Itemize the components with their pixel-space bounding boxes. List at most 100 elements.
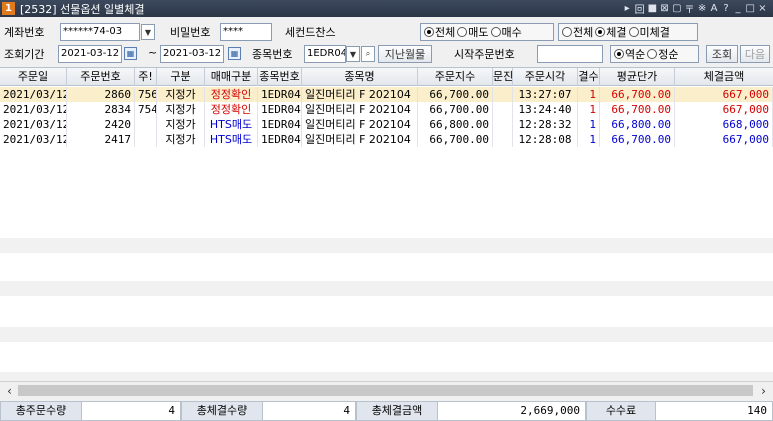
settings-icon[interactable]: ※	[698, 3, 707, 14]
table-row[interactable]: 2021/03/12 2417 지정가 HTS매도 1EDR04 일진머티리 F 2021…	[0, 132, 773, 147]
period-label: 조회기간	[4, 48, 45, 61]
cell-order-no: 2834	[67, 102, 135, 117]
col-header-order-time[interactable]: 주문시각	[513, 68, 578, 86]
company-name: 세컨드찬스	[285, 26, 336, 39]
calendar-icon[interactable]: ▦	[228, 47, 241, 60]
cell-name: 일진머티리 F 202104	[302, 117, 418, 132]
cell-order-no: 2860	[67, 87, 135, 102]
cell-trade: 정정확인	[205, 102, 258, 117]
col-header-condition[interactable]: 문진	[493, 68, 513, 86]
query-button[interactable]: 조회	[706, 45, 738, 63]
calendar-icon[interactable]: ▦	[124, 47, 137, 60]
cell-ex	[493, 102, 513, 117]
scroll-left-icon[interactable]: ‹	[2, 383, 17, 398]
account-dropdown-icon[interactable]: ▼	[141, 24, 155, 40]
search-icon[interactable]: ⌕	[361, 46, 375, 62]
pin-icon[interactable]: ■	[648, 3, 657, 14]
date-separator: ~	[148, 46, 158, 59]
cell-orig: 756	[135, 87, 157, 102]
expired-month-button[interactable]: 지난월물	[378, 45, 432, 63]
radio-selected-icon	[614, 49, 624, 59]
col-header-type[interactable]: 구분	[157, 68, 205, 86]
side-buy-radio[interactable]: 매수	[490, 24, 522, 40]
sort-asc-radio[interactable]: 정순	[647, 46, 679, 62]
scroll-right-icon[interactable]: ›	[756, 383, 771, 398]
minimize-icon[interactable]: _	[734, 3, 743, 14]
sort-radio-group: 역순 정순	[610, 45, 699, 63]
fee: 140	[656, 401, 773, 421]
total-exec-amount: 2,669,000	[438, 401, 586, 421]
table-row[interactable]: 2021/03/12 2420 지정가 HTS매도 1EDR04 일진머티리 F 2021…	[0, 117, 773, 132]
date-to-field[interactable]: 2021-03-12	[160, 45, 224, 63]
title-bar-icons: ▸ 回 ■ ⊠ ▢ 〒 ※ A ? _ □ ×	[623, 0, 767, 17]
total-order-qty-label: 총주문수량	[0, 401, 82, 421]
font-size-icon[interactable]: A	[710, 3, 719, 14]
tag-icon[interactable]: 〒	[685, 1, 695, 16]
password-field[interactable]: ****	[220, 23, 272, 41]
code-field[interactable]: 1EDR04	[304, 45, 346, 63]
horizontal-scrollbar[interactable]: ‹ ›	[0, 381, 773, 398]
col-header-code[interactable]: 종목번호	[258, 68, 302, 86]
cell-qty: 1	[578, 132, 600, 147]
radio-icon	[647, 49, 658, 59]
window-title: [2532] 선물옵션 일별체결	[20, 2, 145, 16]
row-band	[0, 281, 773, 296]
maximize-icon[interactable]: □	[746, 3, 755, 14]
cell-code: 1EDR04	[258, 102, 302, 117]
col-header-orig-order[interactable]: 주!	[135, 68, 157, 86]
col-header-avg-price[interactable]: 평균단가	[600, 68, 675, 86]
table-header: 주문일 주문번호 주! 구분 매매구분 종목번호 종목명 주문지수 문진 주문시…	[0, 68, 773, 86]
cell-qty: 1	[578, 87, 600, 102]
capture-icon[interactable]: ⊠	[660, 3, 669, 14]
table-row[interactable]: 2021/03/12 2860 756 지정가 정정확인 1EDR04 일진머티리 F 20…	[0, 87, 773, 102]
cell-amount: 668,000	[675, 117, 773, 132]
status-unfilled-radio[interactable]: 미체결	[628, 24, 670, 40]
col-header-order-price[interactable]: 주문지수	[418, 68, 493, 86]
cell-trade: HTS매도	[205, 117, 258, 132]
cell-amount: 667,000	[675, 87, 773, 102]
col-header-trade-type[interactable]: 매매구분	[205, 68, 258, 86]
help-icon[interactable]: ?	[722, 3, 731, 14]
status-filled-radio[interactable]: 체결	[595, 24, 627, 40]
side-all-radio[interactable]: 전체	[424, 24, 455, 40]
title-bar: 1 [2532] 선물옵션 일별체결 ▸ 回 ■ ⊠ ▢ 〒 ※ A ? _ □…	[0, 0, 773, 17]
radio-selected-icon	[424, 27, 434, 37]
col-header-qty[interactable]: 결수	[578, 68, 600, 86]
code-dropdown-icon[interactable]: ▼	[346, 46, 360, 62]
cell-amount: 667,000	[675, 132, 773, 147]
col-header-amount[interactable]: 체결금액	[675, 68, 773, 86]
sort-desc-radio[interactable]: 역순	[614, 46, 645, 62]
cell-qty: 1	[578, 117, 600, 132]
cell-type: 지정가	[157, 117, 205, 132]
summary-bar: 총주문수량 4 총체결수량 4 총체결금액 2,669,000 수수료 140	[0, 401, 773, 421]
cell-time: 12:28:32	[513, 117, 578, 132]
status-all-radio[interactable]: 전체	[562, 24, 593, 40]
account-label: 계좌번호	[4, 26, 45, 39]
total-exec-amount-label: 총체결금액	[356, 401, 438, 421]
total-exec-qty: 4	[263, 401, 356, 421]
cell-price: 66,700.00	[418, 87, 493, 102]
side-sell-radio[interactable]: 매도	[457, 24, 489, 40]
cell-trade: HTS매도	[205, 132, 258, 147]
account-field[interactable]: ******74-03	[60, 23, 140, 41]
cell-trade: 정정확인	[205, 87, 258, 102]
filter-row-2: 조회기간 2021-03-12 ▦ ~ 2021-03-12 ▦ 종목번호 1E…	[0, 43, 773, 65]
table-row[interactable]: 2021/03/12 2834 754 지정가 정정확인 1EDR04 일진머티리 F 20…	[0, 102, 773, 117]
next-button[interactable]: 다음	[740, 45, 770, 63]
cell-price: 66,700.00	[418, 132, 493, 147]
date-from-field[interactable]: 2021-03-12	[58, 45, 122, 63]
link-arrow-icon[interactable]: ▸	[623, 3, 632, 14]
cell-date: 2021/03/12	[0, 117, 67, 132]
close-icon[interactable]: ×	[758, 3, 767, 14]
screen-icon[interactable]: 回	[635, 1, 645, 16]
col-header-order-no[interactable]: 주문번호	[67, 68, 135, 86]
cell-orig: 754	[135, 102, 157, 117]
layout-icon[interactable]: ▢	[672, 3, 681, 14]
col-header-name[interactable]: 종목명	[302, 68, 418, 86]
start-order-field[interactable]	[537, 45, 603, 63]
col-header-order-date[interactable]: 주문일	[0, 68, 67, 86]
radio-icon	[628, 27, 639, 37]
scroll-thumb[interactable]	[18, 385, 753, 396]
cell-orig	[135, 132, 157, 147]
total-exec-qty-label: 총체결수량	[181, 401, 263, 421]
